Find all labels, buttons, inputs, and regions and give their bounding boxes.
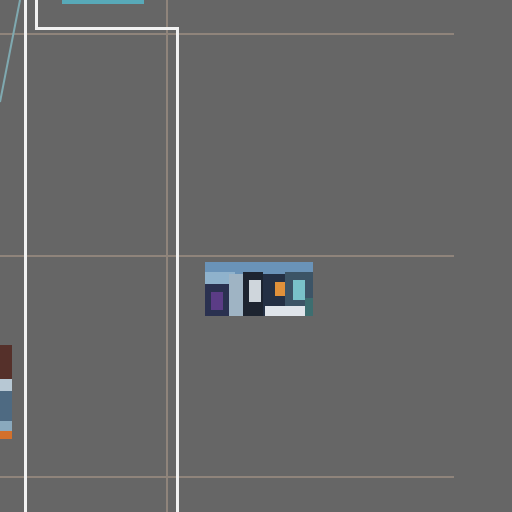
guide-line-vertical[interactable]	[166, 0, 168, 512]
photo-thumbnail-left[interactable]	[0, 345, 12, 439]
photo-thumbnail[interactable]	[205, 262, 313, 316]
frame-outline-right[interactable]	[176, 27, 179, 512]
guide-line-horizontal-middle[interactable]	[0, 255, 454, 257]
guide-line-horizontal-bottom[interactable]	[0, 476, 454, 478]
photo-thumbnail-left-image	[0, 345, 12, 439]
frame-outline-inner-left[interactable]	[35, 0, 38, 30]
photo-thumbnail-image	[205, 262, 313, 316]
guide-line-horizontal-top[interactable]	[0, 33, 454, 35]
connector-line	[0, 0, 21, 103]
design-canvas[interactable]	[0, 0, 512, 512]
frame-outline-top[interactable]	[35, 27, 179, 30]
teal-thumbnail[interactable]	[62, 0, 144, 4]
